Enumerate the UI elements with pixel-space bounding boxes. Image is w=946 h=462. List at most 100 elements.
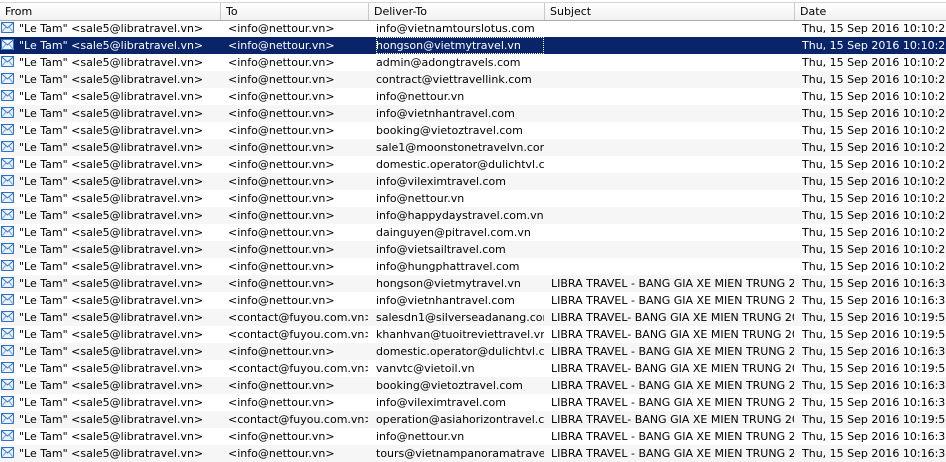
deliver-to-cell: info@happydaystravel.com.vn bbox=[376, 209, 544, 222]
date-cell: Thu, 15 Sep 2016 10:10:2... bbox=[802, 175, 946, 188]
from-cell: "Le Tam" <sale5@libratravel.vn> bbox=[19, 413, 204, 426]
envelope-icon bbox=[0, 326, 16, 343]
subject-cell bbox=[551, 54, 794, 71]
subject-cell: LIBRA TRAVEL - BANG GIA XE MIEN TRUNG 20… bbox=[551, 447, 794, 460]
message-row[interactable]: "Le Tam" <sale5@libratravel.vn> <info@net… bbox=[0, 428, 946, 445]
to-cell: <info@nettour.vn> bbox=[228, 260, 335, 273]
message-row[interactable]: "Le Tam" <sale5@libratravel.vn> <info@net… bbox=[0, 37, 946, 54]
date-cell: Thu, 15 Sep 2016 10:10:2... bbox=[802, 22, 946, 35]
subject-cell bbox=[551, 207, 794, 224]
subject-cell bbox=[551, 241, 794, 258]
subject-cell: LIBRA TRAVEL - BANG GIA XE MIEN TRUNG 20… bbox=[551, 277, 794, 290]
to-cell: <info@nettour.vn> bbox=[228, 209, 335, 222]
to-cell: <info@nettour.vn> bbox=[228, 396, 335, 409]
subject-cell bbox=[551, 190, 794, 207]
to-cell: <info@nettour.vn> bbox=[228, 141, 335, 154]
message-row[interactable]: "Le Tam" <sale5@libratravel.vn> <info@net… bbox=[0, 292, 946, 309]
envelope-icon bbox=[0, 241, 16, 258]
date-cell: Thu, 15 Sep 2016 10:10:2... bbox=[802, 124, 946, 137]
message-row[interactable]: "Le Tam" <sale5@libratravel.vn> <info@net… bbox=[0, 394, 946, 411]
message-row[interactable]: "Le Tam" <sale5@libratravel.vn> <info@net… bbox=[0, 105, 946, 122]
column-header-row: From To Deliver-To Subject Date bbox=[0, 2, 946, 21]
deliver-to-cell: info@vileximtravel.com bbox=[376, 396, 507, 409]
from-cell: "Le Tam" <sale5@libratravel.vn> bbox=[19, 56, 204, 69]
deliver-to-cell: tours@vietnampanoramatravel... bbox=[376, 447, 544, 460]
date-cell: Thu, 15 Sep 2016 10:10:2... bbox=[802, 226, 946, 239]
from-cell: "Le Tam" <sale5@libratravel.vn> bbox=[19, 328, 204, 341]
message-row[interactable]: "Le Tam" <sale5@libratravel.vn> <contact@… bbox=[0, 326, 946, 343]
message-row[interactable]: "Le Tam" <sale5@libratravel.vn> <info@net… bbox=[0, 88, 946, 105]
deliver-to-cell: domestic.operator@dulichtvl.com bbox=[376, 158, 544, 171]
message-row[interactable]: "Le Tam" <sale5@libratravel.vn> <info@net… bbox=[0, 241, 946, 258]
envelope-icon bbox=[0, 54, 16, 71]
envelope-icon bbox=[0, 139, 16, 156]
to-cell: <info@nettour.vn> bbox=[228, 56, 335, 69]
column-header-from[interactable]: From bbox=[0, 3, 221, 20]
message-row[interactable]: "Le Tam" <sale5@libratravel.vn> <info@net… bbox=[0, 445, 946, 462]
message-row[interactable]: "Le Tam" <sale5@libratravel.vn> <info@net… bbox=[0, 71, 946, 88]
date-cell: Thu, 15 Sep 2016 10:16:3... bbox=[802, 345, 946, 358]
message-row[interactable]: "Le Tam" <sale5@libratravel.vn> <info@net… bbox=[0, 377, 946, 394]
message-row[interactable]: "Le Tam" <sale5@libratravel.vn> <info@net… bbox=[0, 190, 946, 207]
to-cell: <info@nettour.vn> bbox=[228, 90, 335, 103]
to-cell: <info@nettour.vn> bbox=[228, 294, 335, 307]
from-cell: "Le Tam" <sale5@libratravel.vn> bbox=[19, 73, 204, 86]
to-cell: <contact@fuyou.com.vn> bbox=[228, 328, 368, 341]
envelope-icon bbox=[0, 224, 16, 241]
from-cell: "Le Tam" <sale5@libratravel.vn> bbox=[19, 311, 204, 324]
from-cell: "Le Tam" <sale5@libratravel.vn> bbox=[19, 175, 204, 188]
from-cell: "Le Tam" <sale5@libratravel.vn> bbox=[19, 243, 204, 256]
message-row[interactable]: "Le Tam" <sale5@libratravel.vn> <info@net… bbox=[0, 122, 946, 139]
envelope-icon bbox=[0, 207, 16, 224]
message-row[interactable]: "Le Tam" <sale5@libratravel.vn> <contact@… bbox=[0, 360, 946, 377]
message-row[interactable]: "Le Tam" <sale5@libratravel.vn> <info@net… bbox=[0, 54, 946, 71]
date-cell: Thu, 15 Sep 2016 10:19:5... bbox=[802, 362, 946, 375]
date-cell: Thu, 15 Sep 2016 10:16:3... bbox=[802, 379, 946, 392]
message-row[interactable]: "Le Tam" <sale5@libratravel.vn> <info@net… bbox=[0, 156, 946, 173]
to-cell: <info@nettour.vn> bbox=[228, 430, 335, 443]
message-row[interactable]: "Le Tam" <sale5@libratravel.vn> <contact@… bbox=[0, 309, 946, 326]
date-cell: Thu, 15 Sep 2016 10:19:5... bbox=[802, 311, 946, 324]
to-cell: <info@nettour.vn> bbox=[228, 73, 335, 86]
column-header-subject[interactable]: Subject bbox=[545, 3, 795, 20]
message-row[interactable]: "Le Tam" <sale5@libratravel.vn> <contact@… bbox=[0, 411, 946, 428]
subject-cell bbox=[551, 156, 794, 173]
subject-cell bbox=[551, 105, 794, 122]
message-row[interactable]: "Le Tam" <sale5@libratravel.vn> <info@net… bbox=[0, 224, 946, 241]
deliver-to-cell: khanhvan@tuoitreviettravel.vn bbox=[376, 328, 544, 341]
message-row[interactable]: "Le Tam" <sale5@libratravel.vn> <info@net… bbox=[0, 275, 946, 292]
to-cell: <info@nettour.vn> bbox=[228, 379, 335, 392]
from-cell: "Le Tam" <sale5@libratravel.vn> bbox=[19, 396, 204, 409]
envelope-icon bbox=[0, 428, 16, 445]
message-row[interactable]: "Le Tam" <sale5@libratravel.vn> <info@net… bbox=[0, 343, 946, 360]
from-cell: "Le Tam" <sale5@libratravel.vn> bbox=[19, 260, 204, 273]
message-row[interactable]: "Le Tam" <sale5@libratravel.vn> <info@net… bbox=[0, 139, 946, 156]
envelope-icon bbox=[0, 20, 16, 37]
to-cell: <info@nettour.vn> bbox=[228, 226, 335, 239]
deliver-to-cell: info@hungphattravel.com bbox=[376, 260, 520, 273]
date-cell: Thu, 15 Sep 2016 10:10:2... bbox=[802, 56, 946, 69]
from-cell: "Le Tam" <sale5@libratravel.vn> bbox=[19, 39, 204, 52]
message-row[interactable]: "Le Tam" <sale5@libratravel.vn> <info@net… bbox=[0, 20, 946, 37]
date-cell: Thu, 15 Sep 2016 10:10:2... bbox=[802, 192, 946, 205]
column-header-date[interactable]: Date bbox=[795, 3, 946, 20]
envelope-icon bbox=[0, 377, 16, 394]
deliver-to-cell: booking@vietoztravel.com bbox=[376, 124, 523, 137]
message-row[interactable]: "Le Tam" <sale5@libratravel.vn> <info@net… bbox=[0, 207, 946, 224]
date-cell: Thu, 15 Sep 2016 10:10:2... bbox=[802, 39, 946, 52]
deliver-to-cell: admin@adongtravels.com bbox=[376, 56, 521, 69]
subject-cell bbox=[551, 71, 794, 88]
column-header-to[interactable]: To bbox=[221, 3, 369, 20]
date-cell: Thu, 15 Sep 2016 10:10:2... bbox=[802, 107, 946, 120]
envelope-icon bbox=[0, 105, 16, 122]
to-cell: <info@nettour.vn> bbox=[228, 277, 335, 290]
to-cell: <info@nettour.vn> bbox=[228, 39, 335, 52]
subject-cell bbox=[551, 88, 794, 105]
envelope-icon bbox=[0, 275, 16, 292]
from-cell: "Le Tam" <sale5@libratravel.vn> bbox=[19, 22, 204, 35]
message-list: From To Deliver-To Subject Date "Le Tam"… bbox=[0, 0, 946, 462]
message-row[interactable]: "Le Tam" <sale5@libratravel.vn> <info@net… bbox=[0, 173, 946, 190]
column-header-deliver-to[interactable]: Deliver-To bbox=[369, 3, 545, 20]
message-row[interactable]: "Le Tam" <sale5@libratravel.vn> <info@net… bbox=[0, 258, 946, 275]
to-cell: <info@nettour.vn> bbox=[228, 447, 335, 460]
